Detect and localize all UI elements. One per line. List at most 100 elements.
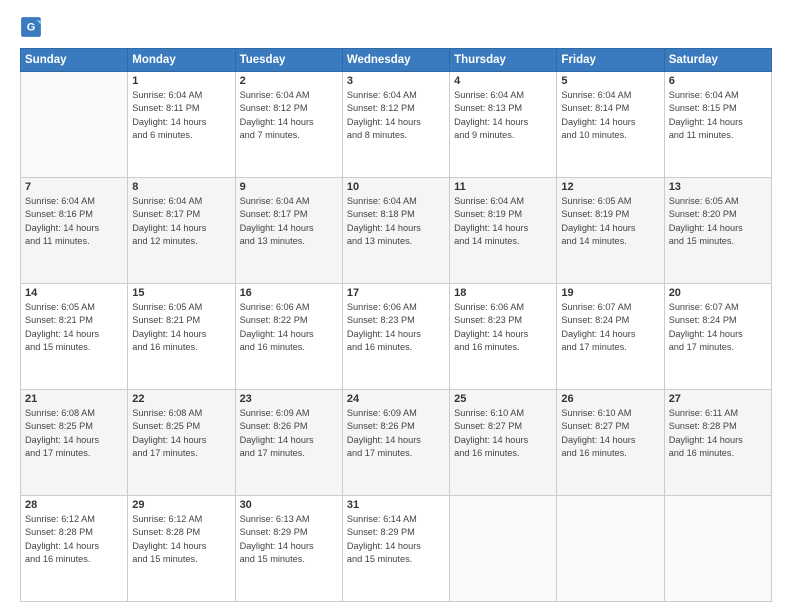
calendar-cell: 22 Sunrise: 6:08 AM Sunset: 8:25 PM Dayli… [128,390,235,496]
calendar-day-header: Sunday [21,49,128,72]
day-number: 2 [240,75,338,87]
day-number: 27 [669,393,767,405]
day-number: 24 [347,393,445,405]
svg-text:G: G [27,21,36,33]
day-info: Sunrise: 6:04 AM Sunset: 8:12 PM Dayligh… [347,89,445,142]
calendar-cell: 17 Sunrise: 6:06 AM Sunset: 8:23 PM Dayli… [342,284,449,390]
calendar-cell: 31Sunrise: 6:14 AM Sunset: 8:29 PM Dayli… [342,496,449,602]
calendar-cell [21,72,128,178]
day-number: 10 [347,181,445,193]
day-number: 3 [347,75,445,87]
day-info: Sunrise: 6:04 AM Sunset: 8:16 PM Dayligh… [25,195,123,248]
calendar-cell: 14 Sunrise: 6:05 AM Sunset: 8:21 PM Dayli… [21,284,128,390]
day-info: Sunrise: 6:09 AM Sunset: 8:26 PM Dayligh… [240,407,338,460]
day-number: 21 [25,393,123,405]
day-number: 23 [240,393,338,405]
calendar-cell: 7 Sunrise: 6:04 AM Sunset: 8:16 PM Daylig… [21,178,128,284]
day-number: 7 [25,181,123,193]
day-number: 15 [132,287,230,299]
calendar-cell: 30 Sunrise: 6:13 AM Sunset: 8:29 PM Dayli… [235,496,342,602]
day-info: Sunrise: 6:09 AM Sunset: 8:26 PM Dayligh… [347,407,445,460]
day-info: Sunrise: 6:04 AM Sunset: 8:18 PM Dayligh… [347,195,445,248]
day-info: Sunrise: 6:06 AM Sunset: 8:23 PM Dayligh… [454,301,552,354]
calendar-cell: 16 Sunrise: 6:06 AM Sunset: 8:22 PM Dayli… [235,284,342,390]
day-info: Sunrise: 6:05 AM Sunset: 8:21 PM Dayligh… [132,301,230,354]
calendar-cell [450,496,557,602]
calendar-cell: 18 Sunrise: 6:06 AM Sunset: 8:23 PM Dayli… [450,284,557,390]
day-number: 26 [561,393,659,405]
day-info: Sunrise: 6:04 AM Sunset: 8:15 PM Dayligh… [669,89,767,142]
day-number: 20 [669,287,767,299]
calendar-week-row: 1Sunrise: 6:04 AM Sunset: 8:11 PM Daylig… [21,72,772,178]
day-info: Sunrise: 6:04 AM Sunset: 8:12 PM Dayligh… [240,89,338,142]
calendar-week-row: 14 Sunrise: 6:05 AM Sunset: 8:21 PM Dayli… [21,284,772,390]
calendar-day-header: Thursday [450,49,557,72]
calendar-cell: 26 Sunrise: 6:10 AM Sunset: 8:27 PM Dayli… [557,390,664,496]
day-info: Sunrise: 6:10 AM Sunset: 8:27 PM Dayligh… [561,407,659,460]
day-info: Sunrise: 6:07 AM Sunset: 8:24 PM Dayligh… [669,301,767,354]
calendar-cell: 20 Sunrise: 6:07 AM Sunset: 8:24 PM Dayli… [664,284,771,390]
calendar-cell: 29 Sunrise: 6:12 AM Sunset: 8:28 PM Dayli… [128,496,235,602]
day-info: Sunrise: 6:12 AM Sunset: 8:28 PM Dayligh… [132,513,230,566]
calendar-week-row: 28 Sunrise: 6:12 AM Sunset: 8:28 PM Dayli… [21,496,772,602]
calendar-week-row: 7 Sunrise: 6:04 AM Sunset: 8:16 PM Daylig… [21,178,772,284]
day-info: Sunrise: 6:04 AM Sunset: 8:17 PM Dayligh… [132,195,230,248]
calendar-cell: 21 Sunrise: 6:08 AM Sunset: 8:25 PM Dayli… [21,390,128,496]
day-info: Sunrise: 6:04 AM Sunset: 8:17 PM Dayligh… [240,195,338,248]
calendar-day-header: Monday [128,49,235,72]
day-info: Sunrise: 6:10 AM Sunset: 8:27 PM Dayligh… [454,407,552,460]
day-number: 4 [454,75,552,87]
day-info: Sunrise: 6:06 AM Sunset: 8:23 PM Dayligh… [347,301,445,354]
calendar-cell: 1Sunrise: 6:04 AM Sunset: 8:11 PM Daylig… [128,72,235,178]
calendar-cell: 9 Sunrise: 6:04 AM Sunset: 8:17 PM Daylig… [235,178,342,284]
day-info: Sunrise: 6:06 AM Sunset: 8:22 PM Dayligh… [240,301,338,354]
day-info: Sunrise: 6:04 AM Sunset: 8:14 PM Dayligh… [561,89,659,142]
day-number: 18 [454,287,552,299]
day-number: 29 [132,499,230,511]
day-number: 8 [132,181,230,193]
calendar-day-header: Saturday [664,49,771,72]
day-info: Sunrise: 6:04 AM Sunset: 8:13 PM Dayligh… [454,89,552,142]
day-number: 13 [669,181,767,193]
calendar-cell [664,496,771,602]
calendar-cell: 12Sunrise: 6:05 AM Sunset: 8:19 PM Dayli… [557,178,664,284]
day-number: 1 [132,75,230,87]
calendar-cell: 13 Sunrise: 6:05 AM Sunset: 8:20 PM Dayli… [664,178,771,284]
calendar-cell: 11Sunrise: 6:04 AM Sunset: 8:19 PM Dayli… [450,178,557,284]
calendar-cell: 5 Sunrise: 6:04 AM Sunset: 8:14 PM Daylig… [557,72,664,178]
calendar-cell: 23 Sunrise: 6:09 AM Sunset: 8:26 PM Dayli… [235,390,342,496]
calendar-cell: 8 Sunrise: 6:04 AM Sunset: 8:17 PM Daylig… [128,178,235,284]
day-number: 30 [240,499,338,511]
day-number: 17 [347,287,445,299]
day-number: 28 [25,499,123,511]
day-info: Sunrise: 6:13 AM Sunset: 8:29 PM Dayligh… [240,513,338,566]
day-number: 22 [132,393,230,405]
day-info: Sunrise: 6:11 AM Sunset: 8:28 PM Dayligh… [669,407,767,460]
day-info: Sunrise: 6:08 AM Sunset: 8:25 PM Dayligh… [132,407,230,460]
day-info: Sunrise: 6:05 AM Sunset: 8:21 PM Dayligh… [25,301,123,354]
calendar-cell: 24 Sunrise: 6:09 AM Sunset: 8:26 PM Dayli… [342,390,449,496]
day-number: 5 [561,75,659,87]
calendar-day-header: Wednesday [342,49,449,72]
calendar-day-header: Friday [557,49,664,72]
day-number: 6 [669,75,767,87]
day-info: Sunrise: 6:08 AM Sunset: 8:25 PM Dayligh… [25,407,123,460]
day-info: Sunrise: 6:14 AM Sunset: 8:29 PM Dayligh… [347,513,445,566]
day-info: Sunrise: 6:04 AM Sunset: 8:19 PM Dayligh… [454,195,552,248]
page: G SundayMondayTuesdayWednesdayThursdayFr… [0,0,792,612]
calendar-cell: 19Sunrise: 6:07 AM Sunset: 8:24 PM Dayli… [557,284,664,390]
calendar-cell: 2 Sunrise: 6:04 AM Sunset: 8:12 PM Daylig… [235,72,342,178]
logo: G [20,16,46,38]
day-number: 14 [25,287,123,299]
calendar-header-row: SundayMondayTuesdayWednesdayThursdayFrid… [21,49,772,72]
logo-icon: G [20,16,42,38]
calendar-cell: 25 Sunrise: 6:10 AM Sunset: 8:27 PM Dayli… [450,390,557,496]
day-number: 25 [454,393,552,405]
day-number: 12 [561,181,659,193]
day-info: Sunrise: 6:05 AM Sunset: 8:20 PM Dayligh… [669,195,767,248]
day-number: 16 [240,287,338,299]
day-info: Sunrise: 6:07 AM Sunset: 8:24 PM Dayligh… [561,301,659,354]
calendar-table: SundayMondayTuesdayWednesdayThursdayFrid… [20,48,772,602]
day-info: Sunrise: 6:12 AM Sunset: 8:28 PM Dayligh… [25,513,123,566]
day-number: 9 [240,181,338,193]
